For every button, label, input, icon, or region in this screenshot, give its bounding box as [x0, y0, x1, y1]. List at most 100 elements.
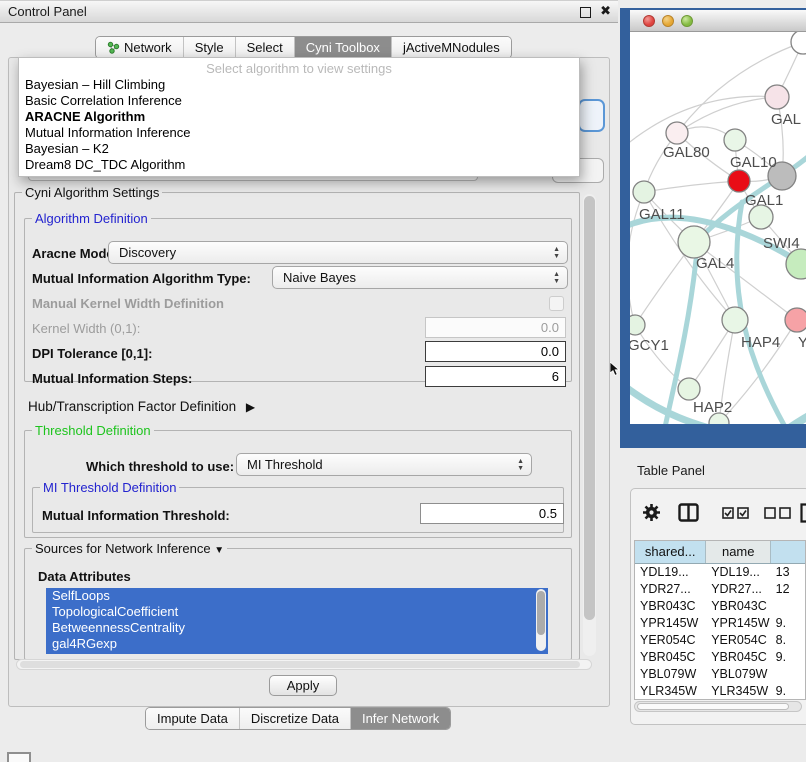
table-row[interactable]: YBL079WYBL079W [635, 666, 805, 683]
table-row[interactable]: YPR145WYPR145W9. [635, 615, 805, 632]
close-icon[interactable]: ✖ [600, 3, 611, 19]
settings-vertical-scrollbar-thumb[interactable] [584, 196, 595, 620]
mi-steps-input[interactable] [425, 366, 566, 387]
kernel-width-input[interactable] [425, 317, 566, 338]
traffic-light-minimize-icon[interactable] [662, 15, 674, 27]
tab-cyni-toolbox[interactable]: Cyni Toolbox [294, 37, 391, 58]
algorithm-item-basic-correlation-inference[interactable]: Basic Correlation Inference [19, 93, 579, 109]
tab-jactivemnodules[interactable]: jActiveMNodules [391, 37, 511, 58]
hub-definition-toggle[interactable]: Hub/Transcription Factor Definition ▶ [28, 399, 255, 414]
node-gal-pink[interactable] [765, 85, 789, 109]
table-cell: YER054C [635, 632, 706, 649]
node-gal4[interactable] [678, 226, 710, 258]
mi-threshold-input[interactable] [420, 503, 564, 524]
dpi-tolerance-label: DPI Tolerance [0,1]: [32, 346, 152, 361]
sources-toggle[interactable]: Sources for Network Inference ▼ [32, 541, 227, 556]
network-tab-icon [107, 41, 120, 54]
tab-impute-data[interactable]: Impute Data [146, 708, 239, 729]
apply-button[interactable]: Apply [269, 675, 337, 696]
node-hap2[interactable] [678, 378, 700, 400]
tab-style[interactable]: Style [183, 37, 235, 58]
scrollbar-thumb[interactable] [637, 703, 789, 710]
node-gal11[interactable] [633, 181, 655, 203]
table-cell: 12 [771, 581, 805, 598]
network-node-label: GAL4 [696, 255, 734, 272]
dpi-tolerance-input[interactable] [425, 341, 566, 362]
bottom-tabs: Impute DataDiscretize DataInfer Network [145, 707, 451, 730]
mi-algorithm-type-select[interactable]: Naive Bayes ▲▼ [272, 266, 568, 289]
node-hap4[interactable] [722, 307, 748, 333]
table-cell: YDL19... [635, 564, 706, 581]
tab-discretize-data[interactable]: Discretize Data [239, 708, 350, 729]
algorithm-item-bayesian-k2[interactable]: Bayesian – K2 [19, 141, 579, 157]
node-gal10[interactable] [724, 129, 746, 151]
traffic-light-zoom-icon[interactable] [681, 15, 693, 27]
network-node-label: GAL1 [745, 192, 783, 209]
traffic-light-close-icon[interactable] [643, 15, 655, 27]
network-edge[interactable] [630, 96, 777, 150]
tab-infer-network[interactable]: Infer Network [350, 708, 450, 729]
node-gal1[interactable] [728, 170, 750, 192]
float-window-icon[interactable] [580, 7, 591, 18]
data-attribute-item-selfloops[interactable]: SelfLoops [46, 588, 548, 604]
table-row[interactable]: YBR043CYBR043C [635, 598, 805, 615]
table-row[interactable]: YDR27...YDR27...12 [635, 581, 805, 598]
minimized-panel-icon[interactable] [7, 752, 31, 762]
algorithm-item-mutual-information-inference[interactable]: Mutual Information Inference [19, 125, 579, 141]
screen: Control Panel ✖ NetworkStyleSelectCyni T… [0, 0, 806, 762]
checked-boxes-icon[interactable] [722, 507, 750, 519]
node-salmon[interactable] [785, 308, 806, 332]
table-cell: YPR145W [706, 615, 770, 632]
table-row[interactable]: YBR045CYBR045C9. [635, 649, 805, 666]
group-title: Algorithm Definition [32, 211, 151, 226]
table-row[interactable]: YDL19...YDL19...13 [635, 564, 805, 581]
network-edge[interactable] [644, 181, 739, 192]
network-node-label: GAL11 [639, 206, 685, 223]
table-header-shared[interactable]: shared... [635, 541, 706, 563]
which-threshold-select[interactable]: MI Threshold ▲▼ [236, 453, 532, 476]
table-row[interactable]: YER054CYER054C8. [635, 632, 805, 649]
table-header-name[interactable]: name [706, 541, 771, 563]
table-header-row: shared...name [635, 541, 805, 564]
table-header-col2[interactable] [771, 541, 805, 563]
algorithm-item-dream8-dc-tdc-algorithm[interactable]: Dream8 DC_TDC Algorithm [19, 157, 579, 173]
algorithm-popup: Select algorithm to view settings Bayesi… [18, 57, 580, 177]
algorithm-popup-prompt: Select algorithm to view settings [19, 60, 579, 77]
tab-label: jActiveMNodules [403, 40, 500, 55]
algorithm-item-aracne-algorithm[interactable]: ARACNE Algorithm [19, 109, 579, 125]
scrollbar-thumb[interactable] [537, 591, 545, 635]
node-gal80[interactable] [666, 122, 688, 144]
algorithm-item-bayesian-hill-climbing[interactable]: Bayesian – Hill Climbing [19, 77, 579, 93]
file-icon[interactable] [800, 503, 806, 523]
partial-combobox-focus-ring [578, 99, 605, 132]
data-attribute-item-gal4rgexp[interactable]: gal4RGexp [46, 636, 548, 652]
table-cell [771, 598, 805, 615]
data-attribute-item-topologicalcoefficient[interactable]: TopologicalCoefficient [46, 604, 548, 620]
network-canvas[interactable]: GALGAL80GAL10GAL1GAL11SWI4GAL4GCY1HAP4YH… [630, 32, 806, 424]
stepper-arrows-icon: ▲▼ [517, 458, 524, 472]
unchecked-boxes-icon[interactable] [764, 507, 792, 519]
data-attribute-item-betweennesscentrality[interactable]: BetweennessCentrality [46, 620, 548, 636]
table-horizontal-scrollbar[interactable] [634, 701, 802, 712]
table-cell: YER054C [706, 632, 770, 649]
tab-select[interactable]: Select [235, 37, 294, 58]
attributes-scrollbar[interactable] [536, 589, 546, 651]
mouse-cursor [610, 362, 621, 377]
control-panel-tabs: NetworkStyleSelectCyni Toolbox jActiveMNo… [95, 36, 512, 59]
manual-kernel-checkbox[interactable] [549, 296, 564, 311]
kernel-width-label: Kernel Width (0,1): [32, 321, 140, 336]
node-top-right[interactable] [791, 32, 806, 54]
split-columns-icon[interactable] [678, 503, 699, 522]
tab-network[interactable]: Network [96, 37, 183, 58]
data-attributes-list[interactable]: SelfLoopsTopologicalCoefficientBetweenne… [46, 588, 548, 654]
node-gcy1[interactable] [630, 315, 645, 335]
mi-steps-label: Mutual Information Steps: [32, 371, 192, 386]
aracne-mode-select[interactable]: Discovery ▲▼ [108, 241, 568, 264]
network-window-titlebar[interactable] [630, 10, 806, 32]
table-row[interactable]: YLR345WYLR345W9. [635, 683, 805, 700]
gear-icon[interactable] [642, 503, 661, 522]
node-table[interactable]: shared...name YDL19...YDL19...13YDR27...… [634, 540, 806, 700]
scrollbar-thumb[interactable] [20, 661, 580, 668]
settings-horizontal-scrollbar[interactable] [16, 659, 592, 670]
mi-type-label: Mutual Information Algorithm Type: [32, 271, 251, 286]
